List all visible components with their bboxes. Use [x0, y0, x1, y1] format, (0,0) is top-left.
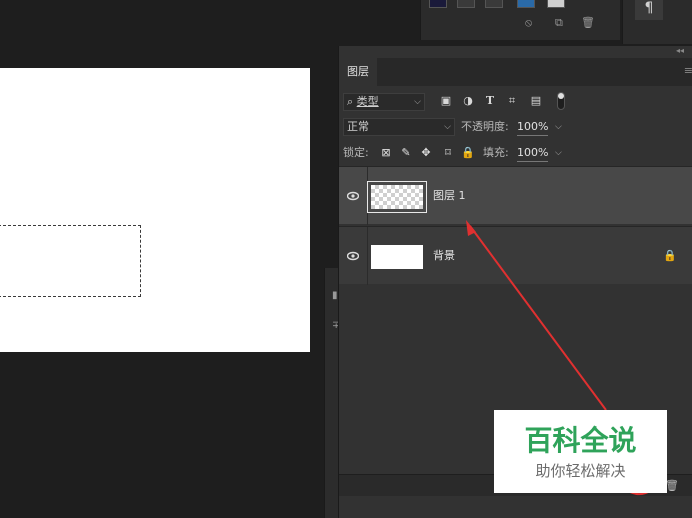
watermark-subtitle: 助你轻松解决: [535, 462, 626, 480]
color-swatch[interactable]: [517, 0, 535, 8]
lock-brush-icon[interactable]: ✎: [399, 146, 413, 160]
color-swatch[interactable]: [485, 0, 503, 8]
lock-all-icon[interactable]: 🔒: [461, 146, 475, 160]
paragraph-icon[interactable]: ¶: [635, 0, 663, 20]
watermark-title: 百科全说: [524, 424, 637, 457]
tab-layers[interactable]: 图层: [339, 58, 377, 86]
chevron-down-icon[interactable]: ⌵: [555, 142, 562, 164]
fill-input[interactable]: 100%: [517, 144, 549, 162]
panel-tab-bar: 图层 ≡: [339, 58, 692, 86]
panel-menu-icon[interactable]: ≡: [684, 64, 692, 77]
lock-transparent-icon[interactable]: ⊠: [379, 146, 393, 160]
blend-mode-value: 正常: [347, 120, 369, 133]
duplicate-icon[interactable]: ⧉: [555, 16, 563, 30]
trash-icon[interactable]: 🗑: [581, 16, 595, 29]
lock-icon[interactable]: 🔒: [663, 247, 677, 265]
chevron-down-icon[interactable]: ⌵: [555, 116, 562, 138]
fill-label: 填充:: [483, 146, 509, 159]
layer-name[interactable]: 图层 1: [433, 187, 466, 205]
collapse-icon[interactable]: ◂◂: [676, 46, 684, 55]
top-properties-panel: ⦸ ⧉ 🗑: [420, 0, 620, 40]
search-icon: ⌕: [347, 95, 354, 108]
lock-move-icon[interactable]: ✥: [419, 146, 433, 160]
blend-opacity-row: 正常 ⌵ 不透明度: 100% ⌵: [339, 116, 692, 138]
opacity-label: 不透明度:: [461, 120, 509, 133]
chevron-down-icon: ⌵: [444, 122, 451, 132]
paragraph-panel: ¶: [622, 0, 692, 44]
eye-icon[interactable]: [347, 189, 359, 203]
column-divider: [367, 227, 368, 285]
opacity-input[interactable]: 100%: [517, 118, 549, 136]
lock-fill-row: 锁定: ⊠ ✎ ✥ ⌑ 🔒 填充: 100% ⌵: [339, 142, 692, 164]
blend-mode-select[interactable]: 正常 ⌵: [343, 118, 455, 136]
filter-kind-value: 类型: [356, 95, 379, 108]
adjustment-filter-icon[interactable]: ◑: [461, 94, 475, 108]
color-swatch[interactable]: [429, 0, 447, 8]
selection-marquee: [0, 225, 141, 297]
layer-name[interactable]: 背景: [433, 247, 455, 265]
layer-thumbnail[interactable]: [371, 185, 423, 209]
lock-artboard-icon[interactable]: ⌑: [441, 146, 455, 160]
shape-filter-icon[interactable]: ⌗: [505, 94, 519, 108]
trash-icon[interactable]: 🗑: [665, 479, 679, 492]
image-filter-icon[interactable]: ▣: [439, 94, 453, 108]
smart-object-filter-icon[interactable]: ▤: [529, 94, 543, 108]
layer-row-background[interactable]: 背景 🔒: [339, 226, 692, 285]
document-canvas[interactable]: [0, 68, 310, 352]
filter-kind-select[interactable]: ⌕ 类型 ⌵: [343, 93, 425, 111]
color-swatch[interactable]: [457, 0, 475, 8]
filter-toggle[interactable]: [557, 92, 565, 110]
layer-thumbnail[interactable]: [371, 245, 423, 269]
layer-filter-row: ⌕ 类型 ⌵ ▣ ◑ T ⌗ ▤: [339, 90, 692, 112]
eye-icon[interactable]: [347, 249, 359, 263]
type-filter-icon[interactable]: T: [483, 94, 497, 108]
no-icon[interactable]: ⦸: [525, 16, 532, 30]
chevron-down-icon: ⌵: [414, 97, 421, 107]
layer-row-layer-1[interactable]: 图层 1: [339, 166, 692, 225]
panel-edge-mark: ▮: [332, 290, 338, 301]
watermark-logo: 百科全说 助你轻松解决: [494, 410, 667, 493]
color-swatch[interactable]: [547, 0, 565, 8]
lock-label: 锁定:: [343, 146, 369, 159]
